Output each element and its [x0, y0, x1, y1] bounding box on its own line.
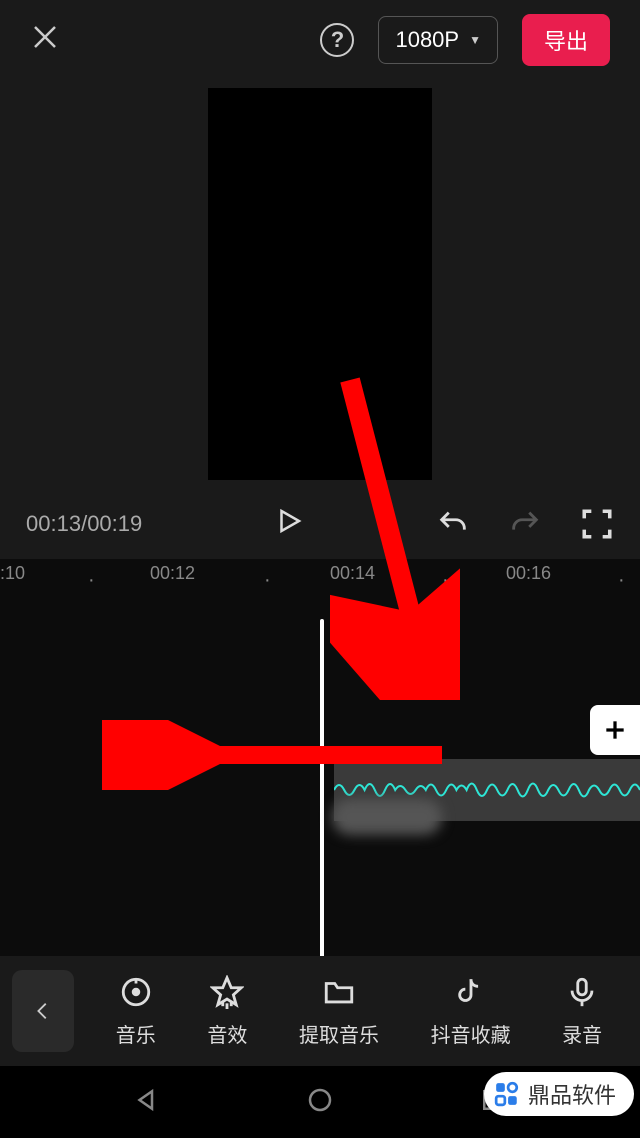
nav-back-icon[interactable] — [132, 1085, 162, 1120]
undo-button[interactable] — [436, 507, 470, 541]
music-button[interactable]: 音乐 — [116, 975, 156, 1048]
redo-button[interactable] — [508, 507, 542, 541]
watermark-badge: 鼎品软件 — [484, 1072, 634, 1116]
resolution-selector[interactable]: 1080P ▼ — [378, 16, 498, 64]
chevron-down-icon: ▼ — [469, 33, 481, 47]
help-icon[interactable]: ? — [320, 23, 354, 57]
fullscreen-button[interactable] — [580, 507, 614, 541]
folder-icon — [322, 975, 356, 1009]
extract-music-button[interactable]: 提取音乐 — [299, 975, 379, 1048]
resolution-label: 1080P — [395, 27, 459, 53]
watermark-logo-icon — [494, 1081, 520, 1107]
record-button[interactable]: 录音 — [562, 975, 602, 1048]
douyin-favorites-button[interactable]: 抖音收藏 — [431, 975, 511, 1048]
back-button[interactable] — [12, 970, 74, 1052]
close-icon[interactable] — [30, 19, 60, 62]
sound-effect-button[interactable]: 音效 — [207, 975, 247, 1048]
nav-home-icon[interactable] — [305, 1085, 335, 1120]
audio-toolbar: 音乐 音效 提取音乐 抖音收藏 录音 — [0, 956, 640, 1066]
douyin-icon — [454, 975, 488, 1009]
video-canvas[interactable] — [208, 88, 432, 480]
timeline-ruler: 0:10 · 00:12 · 00:14 · 00:16 · — [0, 559, 640, 583]
timeline[interactable]: 0:10 · 00:12 · 00:14 · 00:16 · — [0, 559, 640, 959]
music-icon — [119, 975, 153, 1009]
time-display: 00:13/00:19 — [26, 511, 142, 537]
playhead[interactable] — [320, 619, 324, 959]
export-button[interactable]: 导出 — [522, 14, 610, 66]
mic-icon — [565, 975, 599, 1009]
play-button[interactable] — [274, 506, 304, 541]
audio-clip-label — [332, 799, 442, 835]
star-icon — [210, 975, 244, 1009]
add-clip-button[interactable] — [590, 705, 640, 755]
video-preview — [0, 80, 640, 488]
